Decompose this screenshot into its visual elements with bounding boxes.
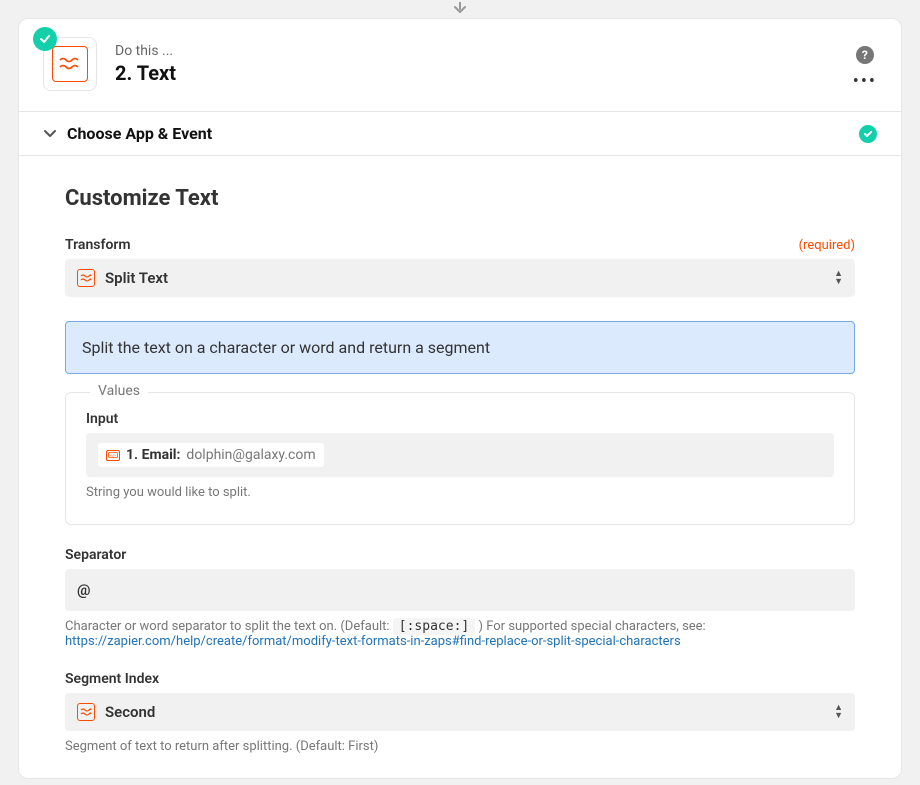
input-pill-value: dolphin@galaxy.com [186, 447, 315, 463]
sort-caret-icon: ▲▼ [834, 704, 843, 720]
transform-description: Split the text on a character or word an… [65, 321, 855, 374]
section-title: Choose App & Event [67, 124, 212, 143]
step-title: 2. Text [115, 61, 176, 85]
source-icon: </> [106, 450, 120, 461]
transform-select[interactable]: Split Text ▲▼ [65, 259, 855, 297]
separator-label: Separator [65, 547, 855, 563]
segment-index-helper: Segment of text to return after splittin… [65, 739, 855, 754]
segment-index-value: Second [105, 703, 155, 721]
input-pill-label: 1. Email: [126, 447, 180, 463]
sort-caret-icon: ▲▼ [834, 270, 843, 286]
formatter-icon [77, 269, 95, 287]
values-fieldset: Values Input </> 1. Email: dolphin@galax… [65, 392, 855, 525]
input-label: Input [86, 411, 834, 427]
help-icon[interactable]: ? [856, 46, 874, 64]
step-header: Do this ... 2. Text ? ••• [19, 19, 901, 111]
formatter-icon [77, 703, 95, 721]
transform-required: (required) [799, 238, 855, 253]
chevron-down-icon [43, 124, 57, 143]
input-helper: String you would like to split. [86, 485, 834, 500]
transform-label: Transform [65, 237, 131, 253]
input-pill[interactable]: </> 1. Email: dolphin@galaxy.com [98, 443, 324, 467]
separator-help-link[interactable]: https://zapier.com/help/create/format/mo… [65, 634, 681, 649]
input-field[interactable]: </> 1. Email: dolphin@galaxy.com [86, 433, 834, 477]
step-subtitle: Do this ... [115, 43, 176, 59]
transform-value: Split Text [105, 269, 168, 287]
customize-heading: Customize Text [65, 186, 855, 211]
section-choose-app-event[interactable]: Choose App & Event [19, 111, 901, 156]
formatter-icon [52, 46, 88, 82]
values-legend: Values [90, 383, 148, 399]
separator-default-code: [:space:] [393, 618, 475, 635]
segment-index-select[interactable]: Second ▲▼ [65, 693, 855, 731]
step-status-badge [33, 27, 57, 51]
flow-arrow-icon [0, 0, 920, 18]
separator-input[interactable]: @ [65, 569, 855, 611]
segment-index-label: Segment Index [65, 671, 855, 687]
step-card: Do this ... 2. Text ? ••• Choose App & E… [18, 18, 902, 779]
section-status-icon [859, 125, 877, 143]
separator-helper: Character or word separator to split the… [65, 619, 855, 649]
svg-text:</>: </> [110, 454, 116, 458]
